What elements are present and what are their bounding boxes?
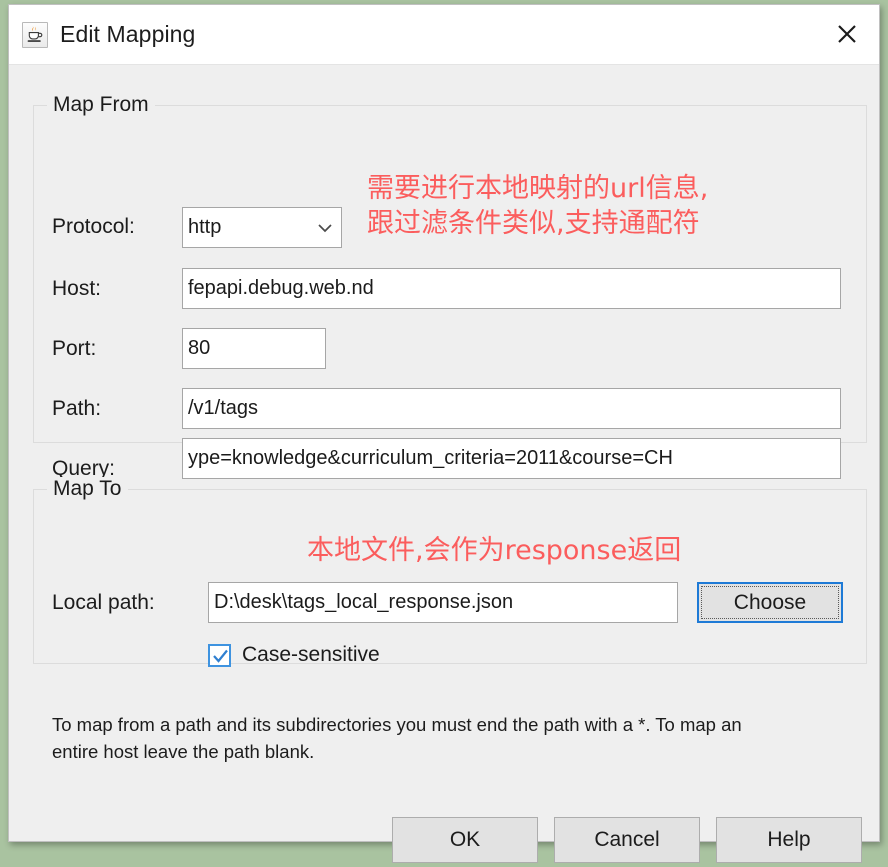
case-sensitive-checkbox[interactable]: Case-sensitive: [208, 643, 380, 667]
cancel-button-label: Cancel: [594, 828, 660, 851]
choose-button-label: Choose: [733, 590, 807, 614]
protocol-select[interactable]: http: [182, 207, 342, 248]
port-label: Port:: [52, 337, 97, 360]
map-to-annotation: 本地文件,会作为response返回: [307, 535, 682, 566]
dialog-titlebar: Edit Mapping: [9, 5, 879, 65]
help-button-label: Help: [767, 828, 811, 851]
ok-button[interactable]: OK: [392, 817, 538, 863]
map-from-annotation-line2: 跟过滤条件类似,支持通配符: [367, 208, 700, 240]
dialog-content: Map From 需要进行本地映射的url信息, 跟过滤条件类似,支持通配符 P…: [9, 65, 879, 863]
host-input[interactable]: fepapi.debug.web.nd: [182, 268, 841, 309]
edit-mapping-dialog: Edit Mapping Map From 需要进行本地映射的url信息, 跟过…: [8, 4, 880, 863]
path-input[interactable]: /v1/tags: [182, 388, 841, 429]
path-label: Path:: [52, 397, 102, 420]
choose-button[interactable]: Choose: [697, 582, 843, 623]
java-coffee-cup-icon: [22, 21, 48, 48]
map-to-group: Map To: [33, 477, 867, 664]
local-path-label: Local path:: [52, 591, 155, 614]
close-icon[interactable]: [815, 5, 879, 63]
map-from-annotation-line1: 需要进行本地映射的url信息,: [367, 173, 709, 204]
map-from-group-title: Map From: [47, 93, 155, 117]
map-to-group-title: Map To: [47, 477, 128, 501]
host-label: Host:: [52, 277, 102, 300]
protocol-label: Protocol:: [52, 215, 135, 238]
cancel-button[interactable]: Cancel: [554, 817, 700, 863]
ok-button-label: OK: [449, 828, 481, 851]
chevron-down-icon: [314, 222, 336, 234]
dialog-title: Edit Mapping: [60, 21, 196, 47]
local-path-input[interactable]: D:\desk\tags_local_response.json: [208, 582, 678, 623]
help-description: To map from a path and its subdirectorie…: [52, 714, 742, 762]
help-button[interactable]: Help: [716, 817, 862, 863]
checkbox-checked-icon: [208, 643, 231, 667]
case-sensitive-label: Case-sensitive: [242, 643, 380, 666]
map-from-annotation: 需要进行本地映射的url信息, 跟过滤条件类似,支持通配符: [367, 171, 708, 241]
port-input[interactable]: 80: [182, 328, 326, 369]
protocol-selected-value: http: [188, 216, 222, 238]
query-input[interactable]: ype=knowledge&curriculum_criteria=2011&c…: [182, 438, 841, 479]
dialog-button-row: OK Cancel Help: [9, 817, 879, 867]
